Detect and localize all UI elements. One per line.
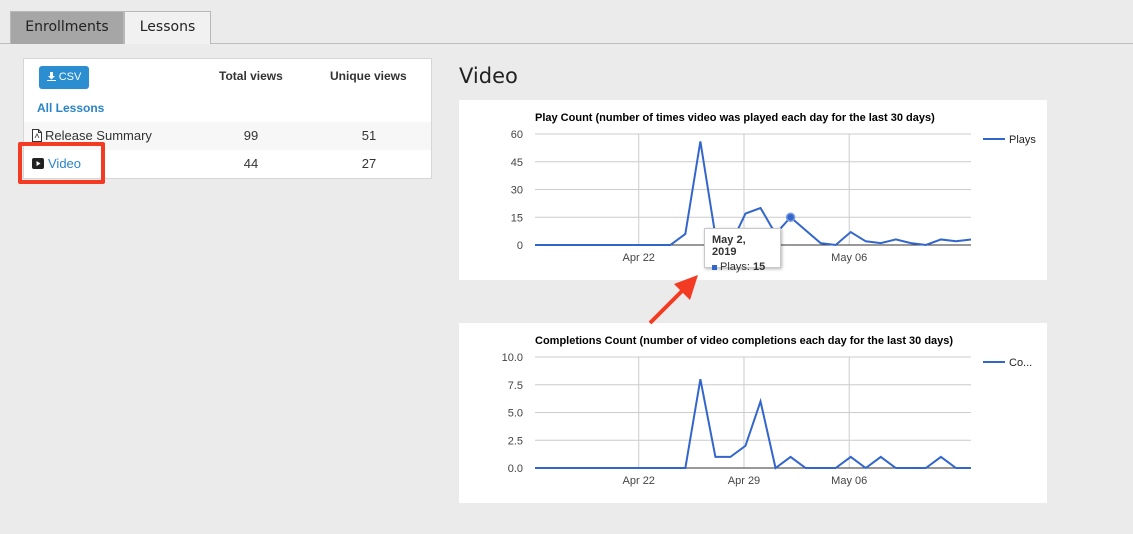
all-lessons-link[interactable]: All Lessons <box>37 101 104 115</box>
total-views-value: 44 <box>243 156 259 171</box>
y-tick-label: 0.0 <box>508 463 523 475</box>
tab-lessons[interactable]: Lessons <box>124 11 211 44</box>
legend-label: Plays <box>1009 134 1036 146</box>
tooltip-date: May 2, 2019 <box>712 234 746 258</box>
x-tick-label: Apr 29 <box>728 475 760 487</box>
chart-title: Completions Count (number of video compl… <box>535 335 953 347</box>
tab-enrollments[interactable]: Enrollments <box>10 11 124 44</box>
tooltip-value: 15 <box>753 261 766 273</box>
csv-label: CSV <box>58 71 82 83</box>
unique-views-value: 51 <box>361 128 377 143</box>
download-icon <box>46 72 56 81</box>
tooltip-row: Plays: 15 <box>712 261 773 273</box>
x-tick-label: May 06 <box>831 475 867 487</box>
pdf-file-icon <box>32 129 42 142</box>
page-title: Video <box>459 64 518 88</box>
legend-label: Co... <box>1009 357 1032 369</box>
series-line <box>535 379 971 470</box>
completions-count-svg: Completions Count (number of video compl… <box>502 335 1033 487</box>
total-views-value: 99 <box>243 128 259 143</box>
hover-point <box>785 212 796 222</box>
y-tick-label: 30 <box>511 185 523 197</box>
y-tick-label: 7.5 <box>508 380 523 392</box>
y-tick-label: 2.5 <box>508 435 523 447</box>
y-tick-label: 0 <box>517 240 523 252</box>
x-tick-label: Apr 22 <box>623 252 655 264</box>
tooltip-label: Plays: <box>720 261 750 273</box>
header-unique-views: Unique views <box>330 69 407 83</box>
completions-count-chart: Completions Count (number of video compl… <box>459 323 1047 503</box>
chart-tooltip: May 2, 2019 Plays: 15 <box>704 228 781 273</box>
x-tick-label: May 06 <box>831 252 867 264</box>
y-tick-label: 10.0 <box>502 352 523 364</box>
x-tick-label: Apr 22 <box>623 475 655 487</box>
y-tick-label: 15 <box>511 212 523 224</box>
tab-bar: Enrollments Lessons <box>0 0 1133 44</box>
csv-download-button[interactable]: CSV <box>39 66 89 89</box>
chart-title: Play Count (number of times video was pl… <box>535 112 935 124</box>
highlight-box <box>18 142 105 184</box>
header-total-views: Total views <box>219 69 283 83</box>
series-swatch <box>712 264 717 270</box>
unique-views-value: 27 <box>361 156 377 171</box>
annotation-arrow <box>648 275 698 325</box>
y-tick-label: 5.0 <box>508 408 523 420</box>
y-tick-label: 45 <box>511 157 523 169</box>
y-tick-label: 60 <box>511 129 523 141</box>
